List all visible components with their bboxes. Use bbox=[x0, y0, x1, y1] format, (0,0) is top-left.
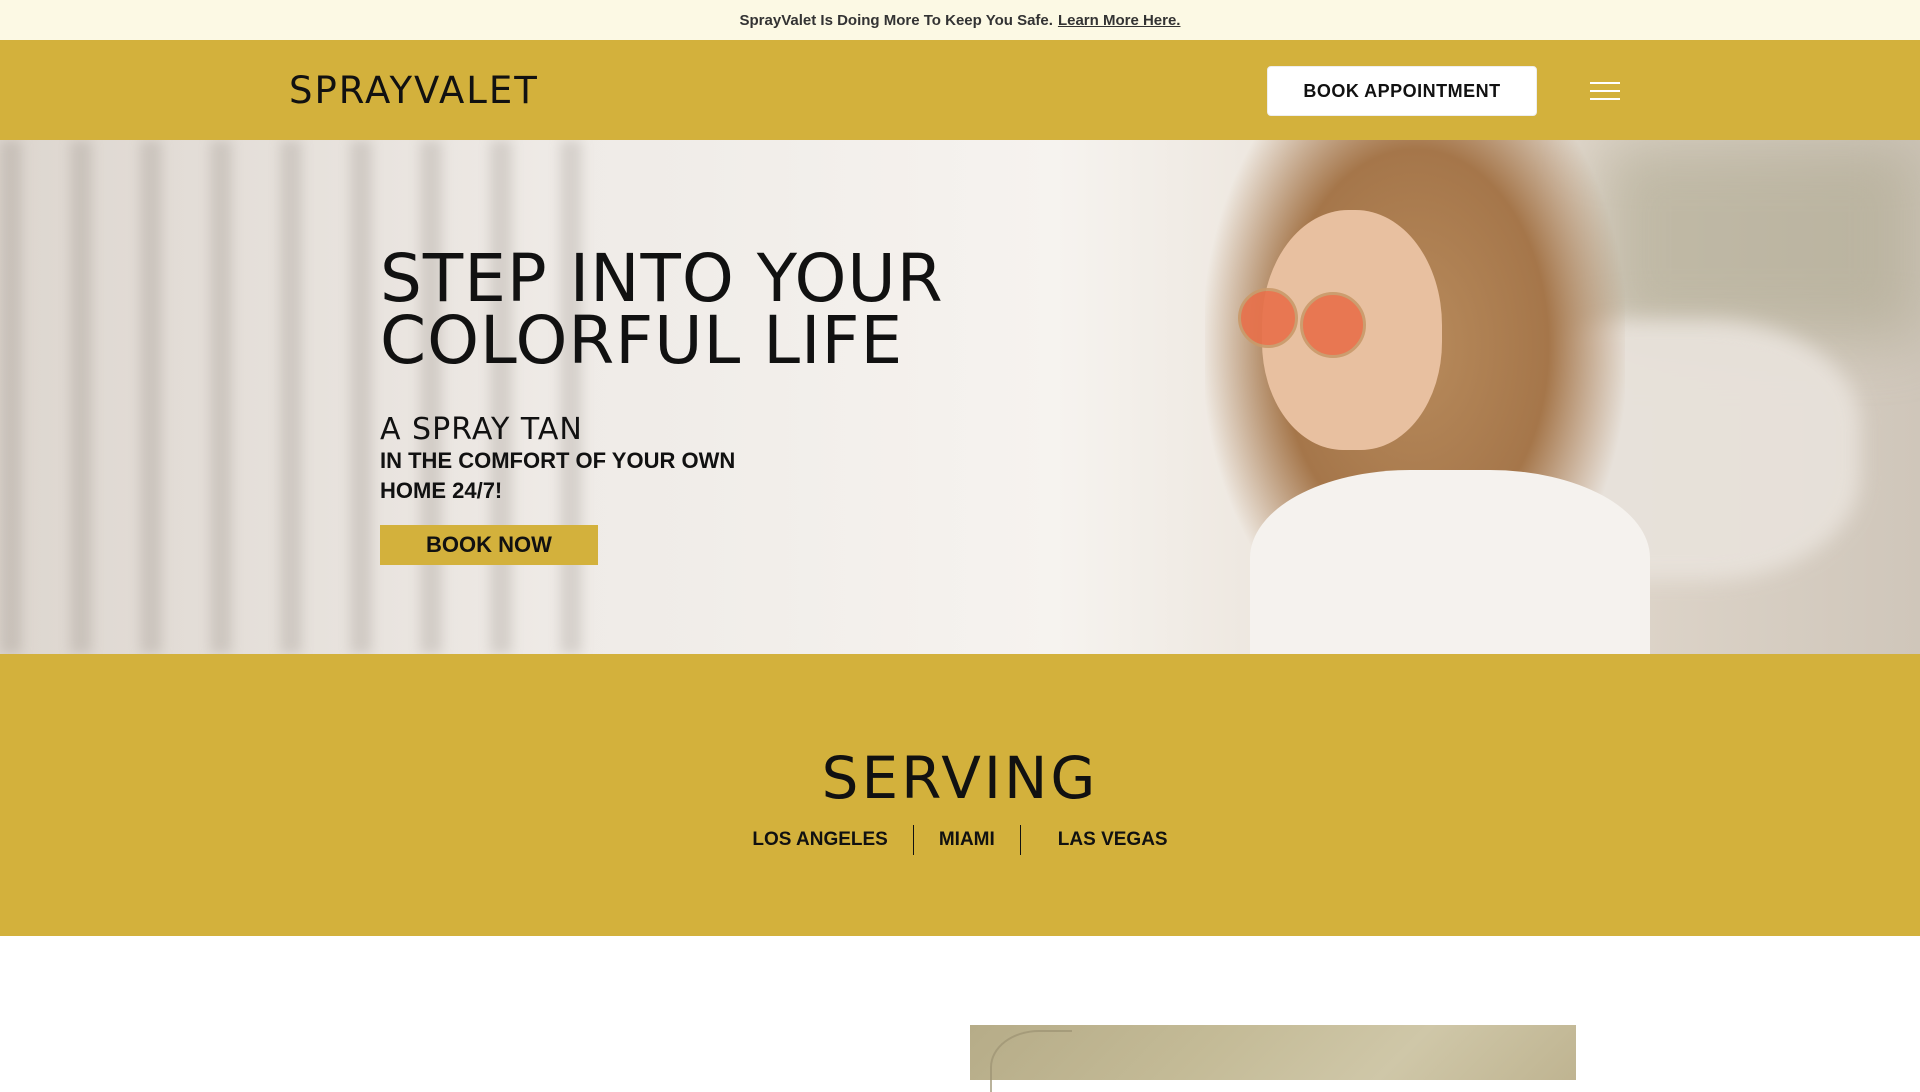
city-list: LOS ANGELES MIAMI LAS VEGAS bbox=[0, 825, 1920, 855]
content-section bbox=[0, 936, 1920, 1092]
serving-section: SERVING LOS ANGELES MIAMI LAS VEGAS bbox=[0, 654, 1920, 936]
city-link-los-angeles[interactable]: LOS ANGELES bbox=[727, 829, 912, 851]
site-header: SPRAYVALET BOOK APPOINTMENT bbox=[0, 40, 1920, 140]
city-link-miami[interactable]: MIAMI bbox=[914, 829, 1020, 851]
announcement-text: SprayValet Is Doing More To Keep You Saf… bbox=[739, 11, 1053, 29]
learn-more-link[interactable]: Learn More Here. bbox=[1058, 12, 1181, 29]
book-appointment-button[interactable]: BOOK APPOINTMENT bbox=[1267, 66, 1537, 116]
city-link-las-vegas[interactable]: LAS VEGAS bbox=[1021, 829, 1193, 851]
hero-banner: STEP INTO YOUR COLORFUL LIFE A SPRAY TAN… bbox=[0, 140, 1920, 654]
hero-title-line-2: COLORFUL LIFE bbox=[380, 302, 904, 379]
hero-title: STEP INTO YOUR COLORFUL LIFE bbox=[380, 246, 944, 374]
book-now-button[interactable]: BOOK NOW bbox=[380, 525, 598, 565]
serving-title: SERVING bbox=[821, 744, 1099, 812]
hero-background-image bbox=[0, 140, 620, 654]
announcement-bar: SprayValet Is Doing More To Keep You Saf… bbox=[0, 0, 1920, 40]
logo[interactable]: SPRAYVALET bbox=[289, 69, 539, 112]
hero-tagline: IN THE COMFORT OF YOUR OWN HOME 24/7! bbox=[380, 448, 736, 503]
hamburger-menu-icon[interactable] bbox=[1590, 82, 1620, 100]
content-image bbox=[970, 1025, 1576, 1092]
hero-subtitle: A SPRAY TAN bbox=[380, 412, 583, 447]
